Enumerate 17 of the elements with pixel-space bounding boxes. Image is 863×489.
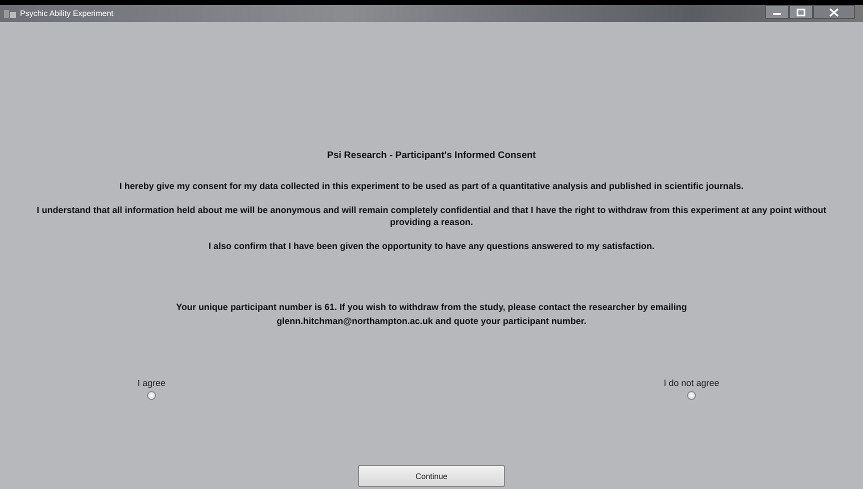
consent-paragraph: I also confirm that I have been given the opportunity to have any questions answered to my satisfaction. bbox=[208, 240, 655, 252]
maximize-icon bbox=[796, 8, 806, 16]
consent-paragraph: I hereby give my consent for my data collected in this experiment to be used as part of a quantitative analysis and published in scientific journals. bbox=[119, 180, 744, 192]
close-icon bbox=[829, 8, 839, 16]
app-icon bbox=[4, 8, 16, 18]
consent-heading: Psi Research - Participant's Informed Consent bbox=[327, 150, 536, 161]
option-label: I agree bbox=[137, 378, 166, 388]
consent-paragraph: I understand that all information held about me will be anonymous and will remain completely confidential and that I have the right to withdraw from this experiment at any point without providing a reason. bbox=[36, 204, 828, 228]
radio-button[interactable] bbox=[147, 391, 156, 400]
continue-button[interactable]: Continue bbox=[358, 465, 505, 487]
participant-note: Your unique participant number is 61. If you wish to withdraw from the study, please contact the researcher by emailing glenn.hitchman@northampton.ac.uk and quote your participant number. bbox=[175, 301, 688, 328]
maximize-button[interactable] bbox=[789, 5, 813, 19]
window-title: Psychic Ability Experiment bbox=[20, 9, 114, 18]
close-button[interactable] bbox=[813, 5, 855, 19]
radio-button[interactable] bbox=[687, 391, 696, 400]
minimize-button[interactable] bbox=[765, 5, 789, 19]
option-label: I do not agree bbox=[664, 378, 720, 388]
